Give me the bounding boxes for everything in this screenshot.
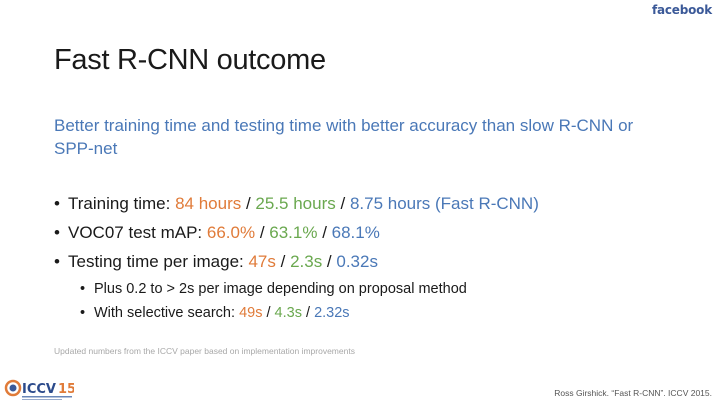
value-fast-rcnn: 2.32s [314,305,350,321]
separator: / [262,305,275,321]
bullet-icon: • [54,252,60,271]
footnote: Updated numbers from the ICCV paper base… [54,346,355,356]
bullet-voc-map: • VOC07 test mAP: 66.0% / 63.1% / 68.1% [54,222,694,244]
facebook-logo: facebook [651,3,712,17]
value-fast-rcnn: 0.32s [336,252,378,271]
slide-subtitle: Better training time and testing time wi… [54,116,634,158]
value-sppnet: 63.1% [269,223,318,242]
bullet-icon: • [80,281,86,297]
bullet-training-time: • Training time: 84 hours / 25.5 hours / … [54,193,694,215]
bullet-label: VOC07 test mAP: [68,223,207,242]
sub-bullet-text: Plus 0.2 to > 2s per image depending on … [94,281,467,297]
svg-text:ICCV: ICCV [22,382,56,397]
separator: / [301,305,315,321]
value-rcnn: 49s [239,305,263,321]
svg-text:15: 15 [58,382,74,397]
value-sppnet: 4.3s [274,305,302,321]
separator: / [241,194,256,213]
bullet-testing-time: • Testing time per image: 47s / 2.3s / 0.… [54,251,694,273]
sub-bullet-selective-search: • With selective search: 49s / 4.3s / 2.3… [80,304,694,322]
bullet-label: Training time: [68,194,176,213]
slide-title: Fast R-CNN outcome [54,44,326,76]
citation: Ross Girshick. “Fast R-CNN”. ICCV 2015. [554,388,712,398]
bullet-list: • Training time: 84 hours / 25.5 hours / … [54,193,694,328]
bullet-label: Testing time per image: [68,252,249,271]
value-fast-rcnn: 8.75 hours (Fast R-CNN) [349,194,539,213]
bullet-icon: • [54,223,60,242]
bullet-label: With selective search: [94,305,240,321]
separator: / [255,223,270,242]
value-fast-rcnn: 68.1% [331,223,380,242]
sub-bullet-proposal: • Plus 0.2 to > 2s per image depending on… [80,280,694,298]
separator: / [317,223,332,242]
separator: / [322,252,337,271]
value-rcnn: 47s [248,252,276,271]
bullet-icon: • [80,305,86,321]
separator: / [335,194,350,213]
iccv-logo: ICCV 15 [4,379,74,400]
value-rcnn: 84 hours [175,194,242,213]
separator: / [275,252,291,271]
value-sppnet: 25.5 hours [255,194,336,213]
value-rcnn: 66.0% [206,223,256,242]
value-sppnet: 2.3s [290,252,323,271]
bullet-icon: • [54,194,60,213]
